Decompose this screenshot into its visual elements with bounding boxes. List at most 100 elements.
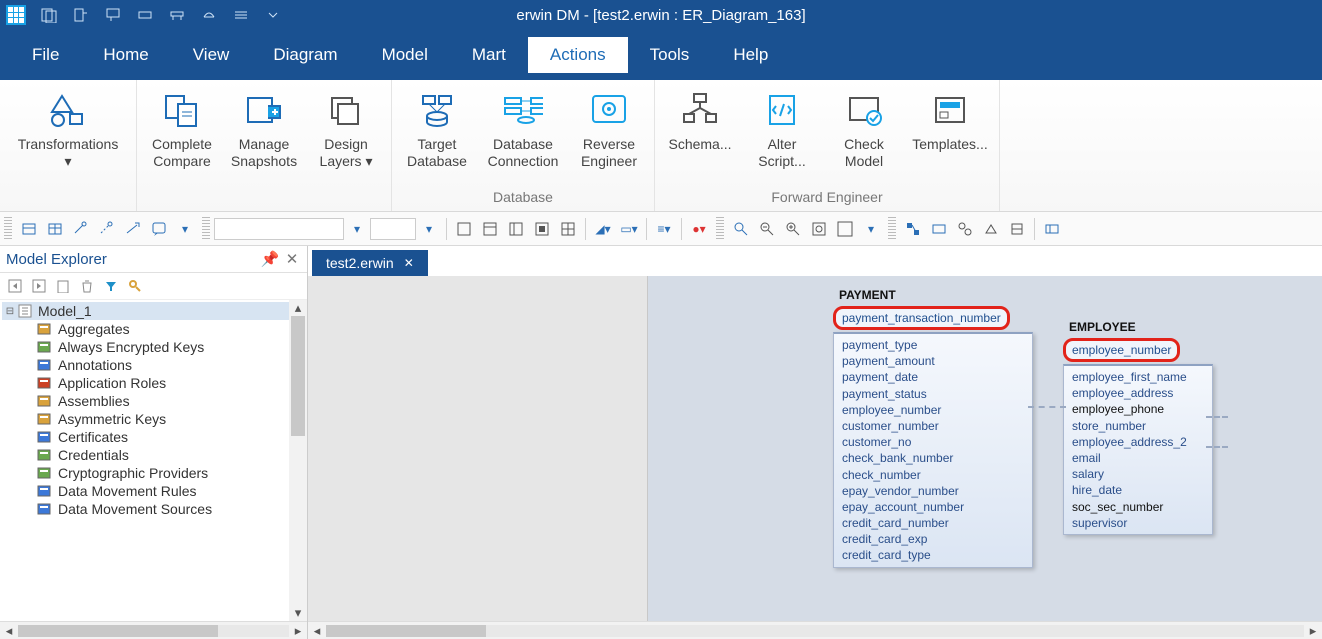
tb-zoomout-icon[interactable] [754,217,780,241]
qat-icon-2[interactable] [72,6,90,24]
new-node-icon[interactable] [54,277,72,295]
tree-item[interactable]: Credentials [32,446,307,464]
entity-attribute[interactable]: credit_card_exp [842,531,1024,547]
database-connection-button[interactable]: Database Connection [482,84,564,187]
entity-attribute[interactable]: customer_number [842,418,1024,434]
diagram-canvas[interactable]: PAYMENT payment_transaction_number payme… [308,276,1322,639]
entity-payment[interactable]: PAYMENT payment_transaction_number payme… [833,286,1033,568]
tree-root[interactable]: ⊟ Model_1 [2,302,307,320]
templates-button[interactable]: Templates... [909,84,991,187]
tree-item[interactable]: Asymmetric Keys [32,410,307,428]
tb-fill-icon[interactable]: ◢▾ [590,217,616,241]
explorer-vscroll[interactable]: ▴ ▾ [289,300,307,621]
tb-note-icon[interactable] [146,217,172,241]
tb-zoom-icon[interactable] [728,217,754,241]
qat-icon-4[interactable] [136,6,154,24]
tb-rel3-icon[interactable] [120,217,146,241]
explorer-tree[interactable]: ⊟ Model_1 AggregatesAlways Encrypted Key… [0,300,307,621]
qat-icon-3[interactable] [104,6,122,24]
manage-snapshots-button[interactable]: Manage Snapshots [227,84,301,191]
tb-misc5-icon[interactable] [1004,217,1030,241]
menu-mart[interactable]: Mart [450,37,528,73]
tree-item[interactable]: Always Encrypted Keys [32,338,307,356]
entity-employee[interactable]: EMPLOYEE employee_number employee_first_… [1063,318,1213,535]
menu-actions[interactable]: Actions [528,37,628,73]
tb-dropdown-1[interactable]: ▾ [172,217,198,241]
tb-align-icon[interactable]: ≡▾ [651,217,677,241]
menu-home[interactable]: Home [81,37,170,73]
entity-attribute[interactable]: check_bank_number [842,450,1024,466]
tree-item[interactable]: Cryptographic Providers [32,464,307,482]
qat-icon-7[interactable] [232,6,250,24]
tree-item[interactable]: Data Movement Sources [32,500,307,518]
tb-misc6-icon[interactable] [1039,217,1065,241]
tree-item[interactable]: Certificates [32,428,307,446]
tb-misc2-icon[interactable] [926,217,952,241]
tb-line-icon[interactable]: ▭▾ [616,217,642,241]
relationship-line[interactable] [1028,406,1066,408]
qat-icon-6[interactable] [200,6,218,24]
menu-tools[interactable]: Tools [628,37,712,73]
qat-dropdown-icon[interactable] [264,6,282,24]
tree-item[interactable]: Data Movement Rules [32,482,307,500]
pin-icon[interactable]: 📌 [261,250,279,268]
toolbar-grip[interactable] [4,217,12,241]
transformations-button[interactable]: Transformations ▾ [8,84,128,191]
menu-model[interactable]: Model [360,37,450,73]
nav-back-icon[interactable] [6,277,24,295]
tree-item[interactable]: Assemblies [32,392,307,410]
tb-misc1-icon[interactable] [900,217,926,241]
filter-icon[interactable] [102,277,120,295]
search-icon[interactable] [126,277,144,295]
entity-attribute[interactable]: epay_vendor_number [842,483,1024,499]
tb-entity-icon[interactable] [16,217,42,241]
menu-help[interactable]: Help [711,37,790,73]
entity-attribute[interactable]: payment_date [842,369,1024,385]
tb-dropdown-4[interactable]: ▾ [858,217,884,241]
relationship-line[interactable] [1206,446,1228,448]
entity-attribute[interactable]: soc_sec_number [1072,499,1204,515]
delete-icon[interactable] [78,277,96,295]
entity-attribute[interactable]: employee_address_2 [1072,434,1204,450]
entity-attribute[interactable]: credit_card_type [842,547,1024,563]
entity-attribute[interactable]: email [1072,450,1204,466]
tb-fit-icon[interactable] [806,217,832,241]
tree-item[interactable]: Aggregates [32,320,307,338]
menu-view[interactable]: View [171,37,252,73]
relationship-line[interactable] [1206,416,1228,418]
schema-button[interactable]: Schema... [663,84,737,187]
tb-box4-icon[interactable] [529,217,555,241]
tb-rel2-icon[interactable] [94,217,120,241]
tree-item[interactable]: Annotations [32,356,307,374]
entity-attribute[interactable]: payment_amount [842,353,1024,369]
entity-attribute[interactable]: employee_address [1072,385,1204,401]
tb-misc4-icon[interactable] [978,217,1004,241]
target-database-button[interactable]: Target Database [400,84,474,187]
toolbar-grip[interactable] [716,217,724,241]
tb-box5-icon[interactable] [555,217,581,241]
entity-attribute[interactable]: credit_card_number [842,515,1024,531]
check-model-button[interactable]: Check Model [827,84,901,187]
nav-fwd-icon[interactable] [30,277,48,295]
entity-attribute[interactable]: salary [1072,466,1204,482]
design-layers-button[interactable]: Design Layers ▾ [309,84,383,191]
entity-attribute[interactable]: check_number [842,467,1024,483]
close-tab-icon[interactable]: ✕ [404,256,414,270]
reverse-engineer-button[interactable]: Reverse Engineer [572,84,646,187]
tb-dropdown-2[interactable]: ▾ [344,217,370,241]
tb-zoomin-icon[interactable] [780,217,806,241]
tb-misc3-icon[interactable] [952,217,978,241]
entity-attribute[interactable]: store_number [1072,418,1204,434]
entity-attribute[interactable]: epay_account_number [842,499,1024,515]
tb-rel1-icon[interactable] [68,217,94,241]
tb-box3-icon[interactable] [503,217,529,241]
entity-attribute[interactable]: customer_no [842,434,1024,450]
entity-attribute[interactable]: employee_phone [1072,401,1204,417]
tb-box1-icon[interactable] [451,217,477,241]
entity-attribute[interactable]: employee_first_name [1072,369,1204,385]
toolbar-grip[interactable] [202,217,210,241]
qat-icon-5[interactable] [168,6,186,24]
tb-table-icon[interactable] [42,217,68,241]
document-tab[interactable]: test2.erwin ✕ [312,250,428,276]
entity-attribute[interactable]: supervisor [1072,515,1204,531]
